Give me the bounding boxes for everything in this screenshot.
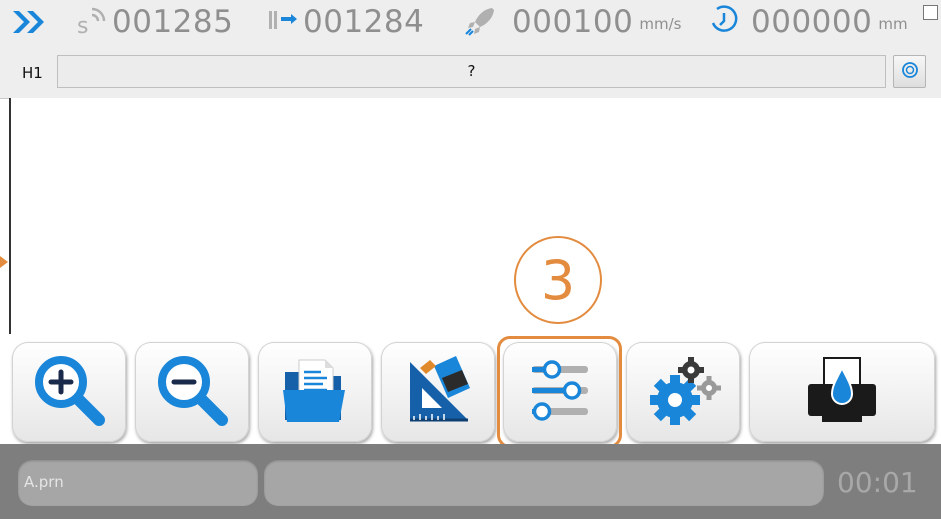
counter-1-value: 001285 — [112, 3, 234, 40]
footer-bar: A.prn 00:01 — [0, 444, 941, 519]
rocket-icon — [462, 3, 502, 41]
open-folder-icon — [275, 350, 355, 434]
signal-s-icon: s — [74, 3, 112, 41]
distance-unit: mm — [878, 15, 908, 33]
open-file-button[interactable] — [258, 342, 372, 442]
speed-unit: mm/s — [639, 15, 682, 33]
power-button[interactable] — [893, 55, 926, 88]
svg-text:s: s — [77, 14, 88, 37]
head-status-field[interactable]: ? — [57, 55, 886, 88]
print-count-stat: s 001285 — [74, 2, 233, 42]
product-count-stat: 001284 — [265, 2, 424, 42]
power-icon — [900, 60, 920, 84]
zoom-out-button[interactable] — [135, 342, 249, 442]
edge-arrow-icon — [0, 256, 8, 268]
speed-stat: 000100 mm/s — [462, 2, 681, 42]
corner-checkbox[interactable] — [923, 5, 938, 20]
head-label: H1 — [22, 64, 43, 82]
callout-number: 3 — [514, 236, 602, 324]
file-name-field[interactable]: A.prn — [18, 460, 258, 506]
file-name-label: A.prn — [24, 473, 64, 491]
status-bar: s 001285 001284 000100 mm/s 000000 mm — [0, 0, 941, 46]
toolbar — [0, 334, 941, 444]
clock-arrow-icon — [707, 3, 741, 41]
gears-icon — [641, 348, 725, 436]
speed-value: 000100 — [512, 3, 634, 40]
callout-highlight-frame — [497, 336, 622, 448]
head-row: H1 ? — [0, 46, 941, 99]
zoom-out-icon — [152, 350, 232, 434]
barcode-arrow-icon — [265, 5, 303, 39]
design-tools-icon — [396, 348, 480, 436]
next-chevron-icon[interactable] — [10, 2, 48, 42]
distance-stat: 000000 mm — [707, 2, 908, 42]
print-progress-bar — [264, 460, 824, 506]
elapsed-timer: 00:01 — [837, 466, 918, 499]
distance-value: 000000 — [751, 3, 873, 40]
print-icon — [800, 350, 884, 434]
print-button[interactable] — [749, 342, 935, 442]
system-settings-button[interactable] — [626, 342, 740, 442]
zoom-in-icon — [29, 350, 109, 434]
design-tools-button[interactable] — [381, 342, 495, 442]
preview-canvas[interactable] — [9, 98, 941, 334]
zoom-in-button[interactable] — [12, 342, 126, 442]
counter-2-value: 001284 — [303, 3, 425, 40]
